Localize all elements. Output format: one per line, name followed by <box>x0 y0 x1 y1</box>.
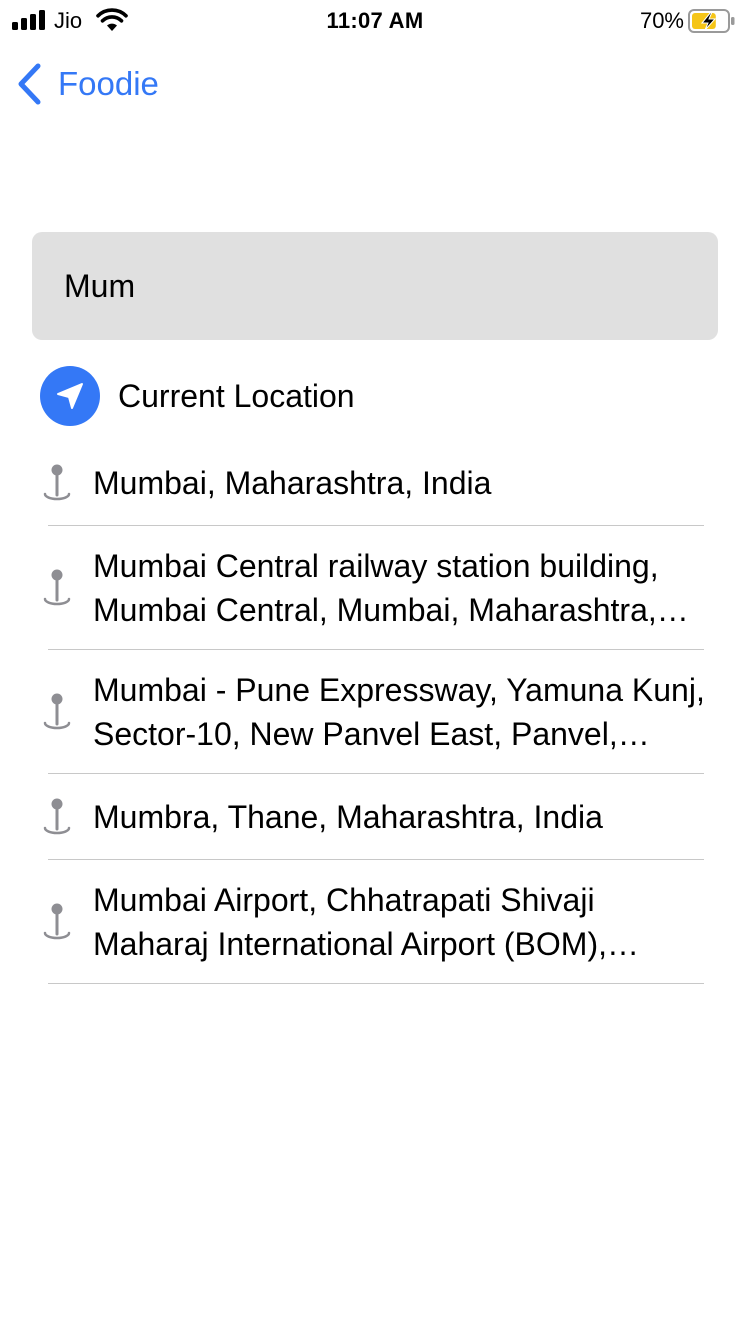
map-pin-icon <box>43 903 71 940</box>
battery-percent: 70% <box>639 8 684 33</box>
location-arrow-icon <box>40 366 100 426</box>
back-button-label: Foodie <box>58 65 159 102</box>
search-result-text: Mumbai - Pune Expressway, Yamuna Kunj, S… <box>93 672 705 752</box>
current-location-button[interactable]: Current Location <box>40 366 355 426</box>
search-result-item[interactable]: Mumbai Airport, Chhatrapati Shivaji Maha… <box>0 860 750 984</box>
search-result-text: Mumbai Airport, Chhatrapati Shivaji Maha… <box>93 882 607 962</box>
battery-charging-icon <box>688 9 735 33</box>
search-result-text: Mumbai Central railway station building,… <box>93 548 659 628</box>
search-result-item[interactable]: Mumbai, Maharashtra, India <box>0 440 750 526</box>
map-pin-icon <box>43 798 71 835</box>
map-pin-icon <box>43 464 71 501</box>
search-field-container[interactable] <box>32 232 718 340</box>
search-results-list: Mumbai, Maharashtra, India Mumbai Centra… <box>0 440 750 984</box>
status-time: 11:07 AM <box>326 8 424 33</box>
search-result-item[interactable]: Mumbra, Thane, Maharashtra, India <box>0 774 750 860</box>
map-pin-icon <box>43 569 71 606</box>
search-input[interactable] <box>64 267 718 305</box>
search-result-item[interactable]: Mumbai Central railway station building,… <box>0 526 750 650</box>
search-result-item[interactable]: Mumbai - Pune Expressway, Yamuna Kunj, S… <box>0 650 750 774</box>
chevron-left-icon <box>18 63 41 105</box>
screen: Jio 11:07 AM 70% Foodie Curren <box>0 0 750 1334</box>
back-button[interactable]: Foodie <box>14 60 159 108</box>
search-result-text: Mumbai, Maharashtra, India <box>93 465 492 501</box>
current-location-label: Current Location <box>118 377 355 414</box>
status-bar: Jio 11:07 AM 70% <box>0 0 750 40</box>
search-result-text: Mumbra, Thane, Maharashtra, India <box>93 799 603 835</box>
map-pin-icon <box>43 693 71 730</box>
